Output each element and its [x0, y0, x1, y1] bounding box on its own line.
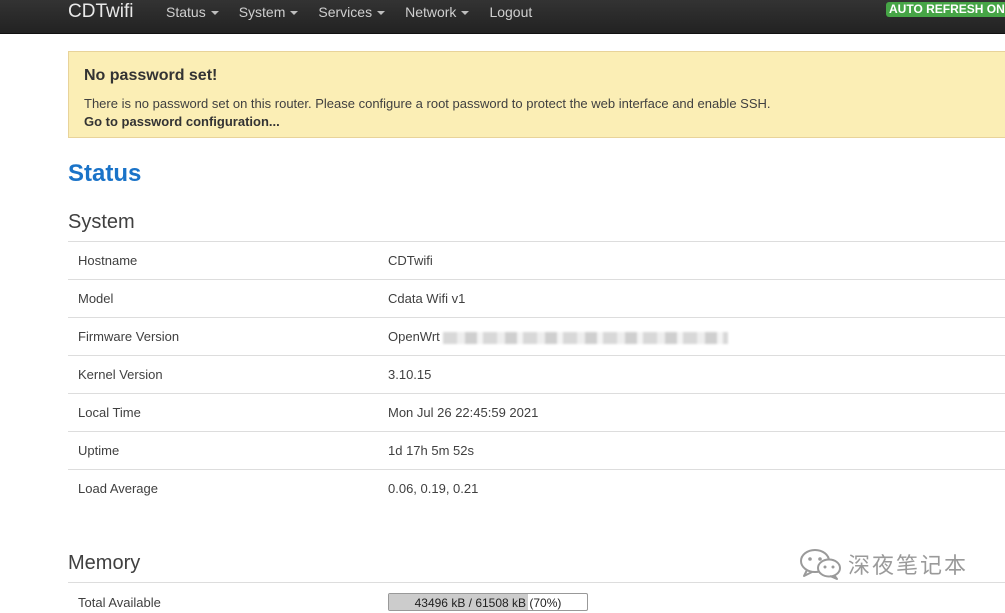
memory-section-title: Memory: [68, 552, 141, 574]
row-value: 0.06, 0.19, 0.21: [388, 481, 479, 496]
table-row: Total Available 43496 kB / 61508 kB (70%…: [68, 582, 1005, 613]
row-label: Kernel Version: [78, 367, 163, 382]
row-label: Model: [78, 291, 114, 306]
caret-down-icon: [461, 11, 470, 16]
table-row: Model Cdata Wifi v1: [68, 279, 1005, 317]
system-table: Hostname CDTwifi Model Cdata Wifi v1 Fir…: [68, 241, 1005, 507]
row-label: Local Time: [78, 405, 141, 420]
brand-logo[interactable]: CDTwifi: [68, 1, 133, 23]
table-row: Local Time Mon Jul 26 22:45:59 2021: [68, 393, 1005, 431]
table-row: Kernel Version 3.10.15: [68, 355, 1005, 393]
table-row: Firmware Version OpenWrt: [68, 317, 1005, 355]
menu-services[interactable]: Services: [308, 0, 395, 24]
progress-text: 43496 kB / 61508 kB (70%): [414, 596, 562, 610]
system-section-title: System: [68, 211, 135, 233]
table-row: Uptime 1d 17h 5m 52s: [68, 431, 1005, 469]
caret-down-icon: [210, 11, 219, 16]
password-config-link[interactable]: Go to password configuration...: [84, 114, 280, 129]
row-value: 3.10.15: [388, 367, 432, 382]
auto-refresh-toggle[interactable]: AUTO REFRESH ON: [886, 2, 1005, 17]
row-label: Total Available: [78, 595, 161, 610]
row-label: Hostname: [78, 253, 138, 268]
memory-progress-bar: 43496 kB / 61508 kB (70%): [388, 593, 588, 611]
row-value: 1d 17h 5m 52s: [388, 443, 475, 458]
no-password-alert: No password set! There is no password se…: [68, 51, 1005, 138]
top-navbar: CDTwifi Status System Services Network L…: [0, 0, 1005, 34]
table-row: Load Average 0.06, 0.19, 0.21: [68, 469, 1005, 507]
menu-system[interactable]: System: [229, 0, 309, 24]
watermark-text: 深夜笔记本: [848, 553, 969, 578]
row-value: Mon Jul 26 22:45:59 2021: [388, 405, 539, 420]
firmware-value: OpenWrt: [388, 329, 728, 344]
row-value: Cdata Wifi v1: [388, 291, 466, 306]
wechat-icon: [800, 549, 841, 580]
menu-status[interactable]: Status: [156, 0, 229, 24]
menu-system-label: System: [238, 4, 286, 20]
firmware-text: OpenWrt: [388, 329, 440, 344]
page-title: Status: [68, 160, 142, 187]
row-label: Load Average: [78, 481, 158, 496]
main-menu: Status System Services Network Logout: [156, 0, 542, 24]
menu-logout-label: Logout: [489, 4, 533, 20]
caret-down-icon: [377, 11, 386, 16]
table-row: Hostname CDTwifi: [68, 241, 1005, 279]
caret-down-icon: [290, 11, 299, 16]
row-value: CDTwifi: [388, 253, 433, 268]
row-label: Firmware Version: [78, 329, 180, 344]
menu-logout[interactable]: Logout: [479, 0, 542, 24]
watermark: 深夜笔记本: [798, 547, 968, 581]
redacted-blur: [442, 331, 728, 344]
alert-message: There is no password set on this router.…: [84, 96, 771, 111]
menu-services-label: Services: [318, 4, 373, 20]
menu-status-label: Status: [166, 4, 206, 20]
row-label: Uptime: [78, 443, 120, 458]
menu-network[interactable]: Network: [395, 0, 479, 24]
menu-network-label: Network: [405, 4, 457, 20]
alert-title: No password set!: [84, 67, 218, 84]
